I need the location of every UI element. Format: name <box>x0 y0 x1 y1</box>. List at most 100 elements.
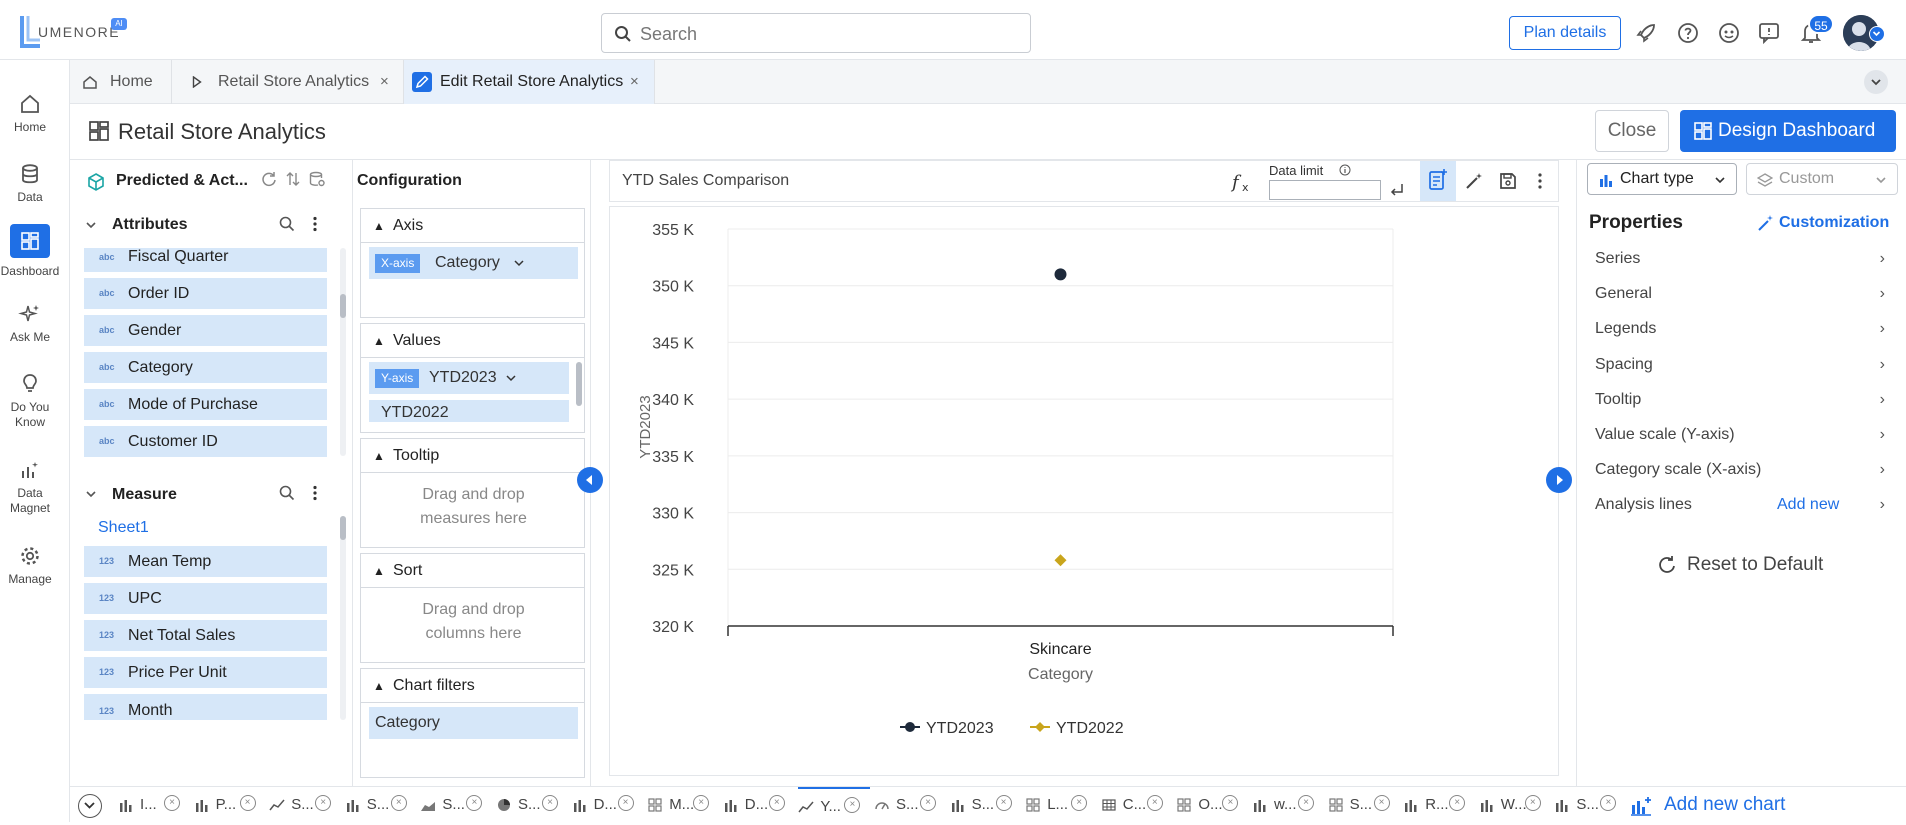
data-limit-input[interactable] <box>1269 180 1381 200</box>
prop-legends[interactable]: Legends › <box>1595 320 1895 338</box>
avatar-dropdown-icon[interactable] <box>1869 26 1885 42</box>
x-axis-pill[interactable]: X-axis Category <box>369 247 578 279</box>
magic-wand-icon[interactable] <box>1464 171 1484 191</box>
measures-scroll-thumb[interactable] <box>340 516 346 540</box>
refresh-icon[interactable] <box>260 170 278 188</box>
prop-spacing[interactable]: Spacing › <box>1595 356 1895 374</box>
chart-tab[interactable]: C... × <box>1101 787 1173 823</box>
nav-item-manage[interactable]: Manage <box>0 544 60 586</box>
chart-tab[interactable]: S... × <box>345 787 417 823</box>
field-item[interactable]: 123 Net Total Sales <box>84 620 327 651</box>
close-icon[interactable]: × <box>920 795 936 811</box>
close-icon[interactable]: × <box>1373 795 1390 811</box>
field-item[interactable]: abc Customer ID <box>84 426 327 457</box>
more-vertical-icon[interactable] <box>306 215 324 233</box>
add-note-icon[interactable] <box>1420 161 1456 201</box>
close-icon[interactable]: × <box>466 795 483 811</box>
save-icon[interactable] <box>1498 171 1518 191</box>
nav-item-dashboard[interactable] <box>9 224 51 262</box>
chart-tab[interactable]: R... × <box>1403 787 1475 823</box>
chart-tab[interactable]: D... × <box>723 787 795 823</box>
tooltip-dropzone[interactable]: Drag and drop measures here <box>361 483 586 531</box>
more-vertical-icon[interactable] <box>1530 171 1550 191</box>
nav-item-home[interactable]: Home <box>0 92 60 134</box>
chart-tab[interactable]: O... × <box>1176 787 1248 823</box>
close-icon[interactable]: × <box>693 795 710 811</box>
nav-item-do-you-know[interactable]: Do You Know <box>0 372 60 430</box>
close-icon[interactable]: × <box>1449 795 1466 811</box>
attributes-scrollbar[interactable] <box>340 248 346 456</box>
field-item[interactable]: 123 Price Per Unit <box>84 657 327 688</box>
chart-tab[interactable]: S... × <box>950 787 1022 823</box>
chart-tab[interactable]: D... × <box>572 787 644 823</box>
close-button[interactable]: Close <box>1595 110 1669 152</box>
collapse-left-icon[interactable] <box>577 467 603 493</box>
prop-analysis-lines[interactable]: Analysis lines Add new › <box>1595 496 1895 514</box>
formula-icon[interactable]: fx <box>1230 169 1256 195</box>
nav-item-data-magnet[interactable]: Data Magnet <box>0 458 60 516</box>
prop-category-scale[interactable]: Category scale (X-axis) › <box>1595 461 1895 479</box>
more-vertical-icon[interactable] <box>306 484 324 502</box>
attributes-scroll-thumb[interactable] <box>340 294 346 318</box>
search-input[interactable]: Search <box>601 13 1031 53</box>
field-item[interactable]: abc Gender <box>84 315 327 346</box>
custom-dropdown[interactable]: Custom <box>1746 163 1898 195</box>
close-icon[interactable]: × <box>315 795 332 811</box>
axis-header[interactable]: ▲ Axis <box>361 209 584 243</box>
close-icon[interactable]: × <box>542 795 558 811</box>
close-icon[interactable]: × <box>239 795 256 811</box>
y-axis-pill[interactable]: Y-axis YTD2023 <box>369 362 569 394</box>
field-item[interactable]: abc Fiscal Quarter <box>84 248 327 272</box>
close-icon[interactable]: × <box>844 797 861 813</box>
close-icon[interactable]: × <box>630 60 639 104</box>
chart-tab[interactable]: L... × <box>1025 787 1097 823</box>
chart-tab[interactable]: P... × <box>194 787 266 823</box>
chart-tab[interactable]: S... × <box>1554 787 1626 823</box>
close-icon[interactable]: × <box>995 795 1012 811</box>
database-settings-icon[interactable] <box>308 170 326 188</box>
chevron-down-icon[interactable] <box>78 794 102 818</box>
close-icon[interactable]: × <box>1524 795 1541 811</box>
chart-filters-header[interactable]: ▲ Chart filters <box>361 669 584 703</box>
datasource-name[interactable]: Predicted & Act... <box>116 172 248 190</box>
chart-tab[interactable]: W... × <box>1479 787 1551 823</box>
sheet-name[interactable]: Sheet1 <box>98 519 149 537</box>
chart-tab[interactable]: I... × <box>118 787 190 823</box>
close-icon[interactable]: × <box>1298 795 1314 811</box>
close-icon[interactable]: × <box>1222 795 1239 811</box>
chart-tab[interactable]: M... × <box>647 787 719 823</box>
chart-tab[interactable]: w... × <box>1252 787 1324 823</box>
close-icon[interactable]: × <box>1146 795 1163 811</box>
tab-edit-retail-store-analytics[interactable]: Edit Retail Store Analytics × <box>404 60 655 104</box>
search-icon[interactable] <box>278 484 296 502</box>
field-item[interactable]: 123 Month <box>84 694 327 720</box>
tab-retail-store-analytics[interactable]: Retail Store Analytics × <box>172 60 404 104</box>
close-icon[interactable]: × <box>390 795 407 811</box>
measures-scrollbar[interactable] <box>340 516 346 720</box>
field-item[interactable]: abc Order ID <box>84 278 327 309</box>
chart-tab[interactable]: S... × <box>874 787 946 823</box>
chevron-down-icon[interactable] <box>84 218 98 232</box>
help-icon[interactable] <box>1676 21 1700 45</box>
close-icon[interactable]: × <box>380 60 389 104</box>
add-new-link[interactable]: Add new <box>1777 496 1839 514</box>
field-item[interactable]: 123 Mean Temp <box>84 546 327 577</box>
chart-tab[interactable]: S... × <box>269 787 341 823</box>
plan-details-button[interactable]: Plan details <box>1509 16 1621 50</box>
bot-icon[interactable] <box>1717 21 1741 45</box>
chart-tab[interactable]: S... × <box>496 787 568 823</box>
prop-general[interactable]: General › <box>1595 285 1895 303</box>
nav-item-ask-me[interactable]: Ask Me <box>0 302 60 344</box>
nav-item-data[interactable]: Data <box>0 162 60 204</box>
close-icon[interactable]: × <box>1600 795 1617 811</box>
chart-type-dropdown[interactable]: Chart type <box>1587 163 1737 195</box>
tab-home[interactable]: Home <box>70 60 172 104</box>
close-icon[interactable]: × <box>768 795 785 811</box>
field-item[interactable]: abc Category <box>84 352 327 383</box>
chevron-down-icon[interactable] <box>513 257 525 269</box>
search-icon[interactable] <box>278 215 296 233</box>
sort-icon[interactable] <box>284 170 302 188</box>
prop-tooltip[interactable]: Tooltip › <box>1595 391 1895 409</box>
close-icon[interactable]: × <box>617 795 634 811</box>
values-header[interactable]: ▲ Values <box>361 324 584 358</box>
